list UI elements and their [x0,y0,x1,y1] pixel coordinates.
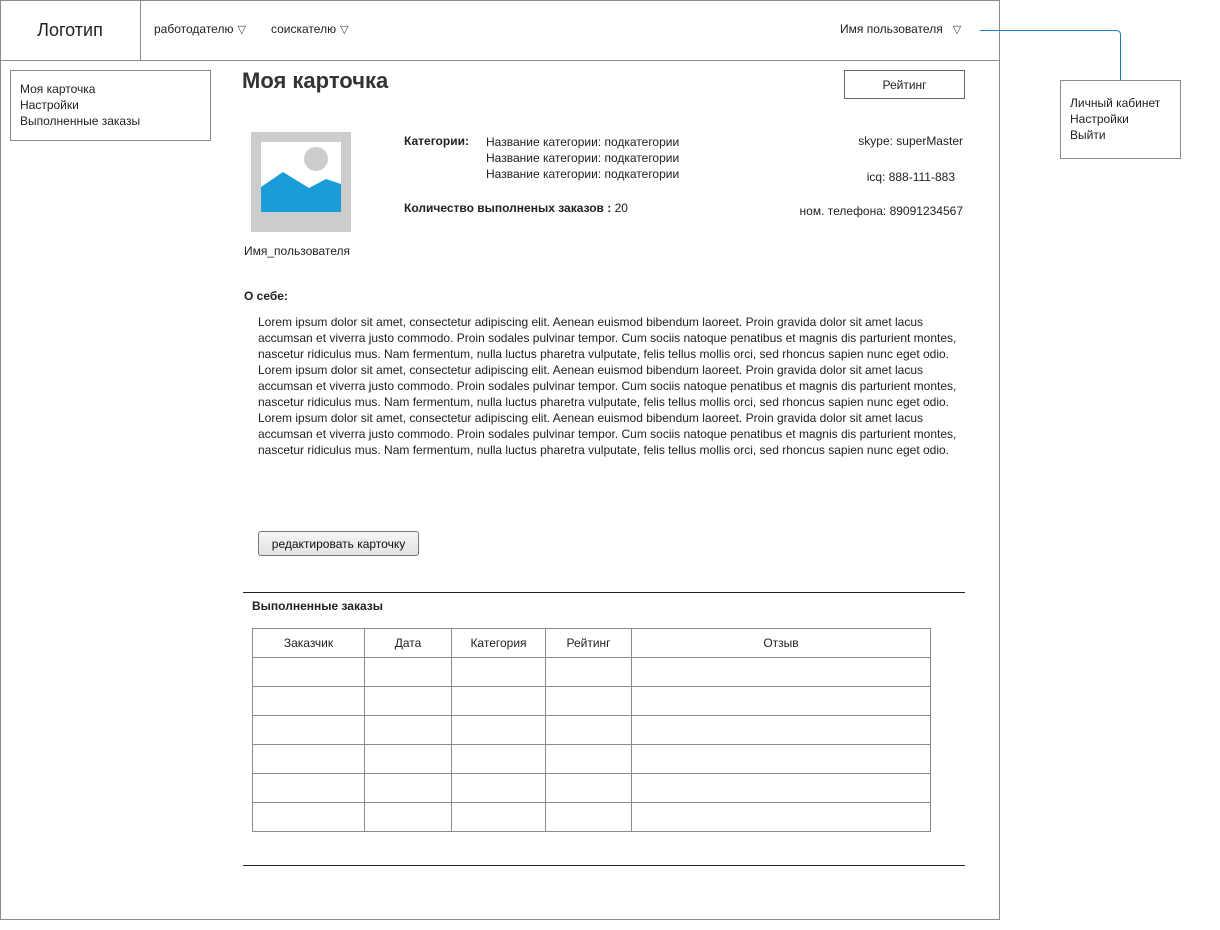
categories-list: Название категории: подкатегории Названи… [486,134,679,182]
table-row [252,744,931,774]
about-paragraph: Lorem ipsum dolor sit amet, consectetur … [258,363,957,409]
table-cell [631,773,931,803]
categories-label: Категории: [404,134,469,148]
table-header-row: Заказчик Дата Категория Рейтинг Отзыв [252,628,931,658]
table-cell [631,744,931,774]
table-row [252,657,931,687]
phone-contact: ном. телефона: 89091234567 [799,204,963,218]
dropdown-connector [980,30,1121,80]
orders-count-label: Количество выполненых заказов : [404,201,612,215]
nav-jobseeker-label: соискателю [271,22,337,36]
table-cell [451,802,546,832]
table-cell [451,715,546,745]
table-cell [364,802,452,832]
nav-employer-label: работодателю [154,22,234,36]
triangle-down-icon: ▽ [952,23,962,36]
icq-contact: icq: 888-111-883 [866,170,955,184]
table-row [252,715,931,745]
orders-count: Количество выполненых заказов : 20 [404,201,628,215]
table-cell [451,686,546,716]
column-header-review[interactable]: Отзыв [631,628,931,658]
triangle-down-icon: ▽ [340,23,349,36]
table-cell [364,686,452,716]
table-row [252,773,931,803]
table-cell [545,686,632,716]
orders-bottom-divider [243,865,965,866]
sidebar-item-my-card[interactable]: Моя карточка [20,81,201,97]
table-cell [545,715,632,745]
user-menu-label: Имя пользователя [840,22,943,36]
table-row [252,686,931,716]
column-header-rating[interactable]: Рейтинг [545,628,632,658]
table-cell [364,657,452,687]
table-cell [545,773,632,803]
orders-top-divider [243,592,965,593]
table-cell [631,802,931,832]
table-cell [631,657,931,687]
table-cell [451,657,546,687]
sidebar-item-settings[interactable]: Настройки [20,97,201,113]
user-dropdown-menu: Личный кабинет Настройки Выйти [1060,80,1181,159]
about-label: О себе: [244,289,288,303]
table-cell [631,715,931,745]
about-paragraph: Lorem ipsum dolor sit amet, consectetur … [258,315,957,361]
rating-button[interactable]: Рейтинг [844,70,965,99]
user-menu[interactable]: Имя пользователя ▽ [840,22,961,36]
sidebar-item-completed-orders[interactable]: Выполненные заказы [20,113,201,129]
table-cell [252,773,365,803]
orders-count-value: 20 [614,201,628,215]
column-header-category[interactable]: Категория [451,628,546,658]
table-cell [252,715,365,745]
edit-card-button[interactable]: редактировать карточку [258,531,419,556]
table-cell [451,744,546,774]
table-cell [252,744,365,774]
table-cell [545,657,632,687]
table-cell [364,715,452,745]
about-paragraph: Lorem ipsum dolor sit amet, consectetur … [258,411,957,457]
username: Имя_пользователя [244,244,351,258]
column-header-date[interactable]: Дата [364,628,452,658]
table-cell [545,744,632,774]
table-cell [252,802,365,832]
orders-table: Заказчик Дата Категория Рейтинг Отзыв [252,628,931,832]
page-title: Моя карточка [242,68,389,93]
sidebar: Моя карточка Настройки Выполненные заказ… [10,70,211,141]
table-row [252,802,931,832]
about-text: Lorem ipsum dolor sit amet, consectetur … [258,314,958,458]
orders-section-title: Выполненные заказы [252,599,384,613]
table-cell [252,686,365,716]
header-divider [0,60,1000,61]
triangle-down-icon: ▽ [237,23,246,36]
category-item: Название категории: подкатегории [486,135,680,149]
category-item: Название категории: подкатегории [486,151,680,165]
dropdown-item-logout[interactable]: Выйти [1070,127,1171,143]
table-cell [631,686,931,716]
nav-employer[interactable]: работодателю ▽ [154,22,246,36]
table-cell [545,802,632,832]
category-item: Название категории: подкатегории [486,167,680,181]
table-cell [364,744,452,774]
skype-contact: skype: superMaster [858,134,963,148]
dropdown-item-cabinet[interactable]: Личный кабинет [1070,95,1171,111]
nav-jobseeker[interactable]: соискателю ▽ [271,22,349,36]
dropdown-item-settings[interactable]: Настройки [1070,111,1171,127]
table-cell [364,773,452,803]
table-cell [451,773,546,803]
image-placeholder-icon [251,132,351,232]
table-cell [252,657,365,687]
logo[interactable]: Логотип [0,0,141,61]
column-header-customer[interactable]: Заказчик [252,628,365,658]
